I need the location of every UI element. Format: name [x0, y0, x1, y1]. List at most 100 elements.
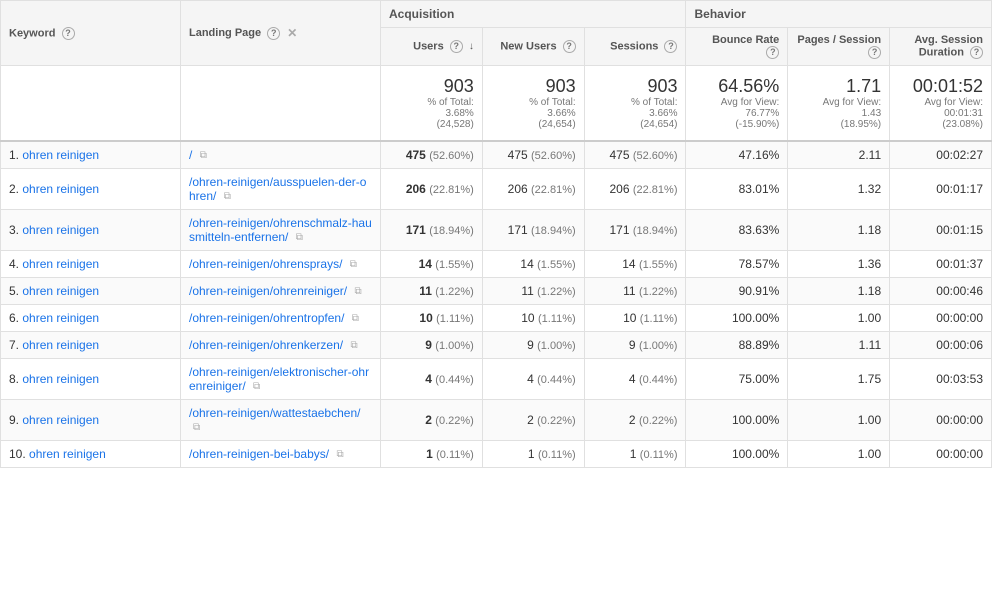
- summary-users-sub2: 3.68%: [389, 108, 474, 119]
- bounce-help-icon[interactable]: ?: [766, 46, 779, 59]
- landing-link-icon[interactable]: ⧉: [350, 259, 357, 270]
- row-number: 4.: [9, 257, 19, 271]
- bounce-value: 100.00%: [732, 311, 779, 325]
- avgdur-help-icon[interactable]: ?: [970, 46, 983, 59]
- summary-row: 903 % of Total: 3.68% (24,528) 903 % of …: [1, 66, 992, 142]
- keyword-value[interactable]: ohren reinigen: [22, 338, 99, 352]
- bounce-value: 83.63%: [739, 223, 780, 237]
- sessions-label: Sessions: [610, 40, 658, 52]
- newusers-label: New Users: [500, 40, 556, 52]
- newusers-value: 171: [508, 223, 528, 237]
- landing-url[interactable]: /ohren-reinigen/ohrentropfen/: [189, 311, 344, 325]
- sessions-help-icon[interactable]: ?: [664, 40, 677, 53]
- landing-link-icon[interactable]: ⧉: [200, 150, 207, 161]
- pages-cell: 1.75: [788, 359, 890, 400]
- users-pct: (1.55%): [435, 259, 474, 271]
- landing-label: Landing Page: [189, 27, 261, 39]
- landing-link-icon[interactable]: ⧉: [193, 422, 200, 433]
- landing-url[interactable]: /: [189, 148, 192, 162]
- users-help-icon[interactable]: ?: [450, 40, 463, 53]
- sessions-column-header[interactable]: Sessions ?: [584, 28, 686, 66]
- landing-help-icon[interactable]: ?: [267, 27, 280, 40]
- summary-newusers-sub1: % of Total:: [491, 97, 576, 108]
- pages-help-icon[interactable]: ?: [868, 46, 881, 59]
- keyword-cell: 9. ohren reinigen: [1, 400, 181, 441]
- users-column-header[interactable]: Users ? ↓: [381, 28, 483, 66]
- sessions-pct: (1.00%): [639, 340, 678, 352]
- sessions-cell: 14 (1.55%): [584, 251, 686, 278]
- keyword-value[interactable]: ohren reinigen: [22, 311, 99, 325]
- keyword-value[interactable]: ohren reinigen: [22, 182, 99, 196]
- landing-link-icon[interactable]: ⧉: [253, 381, 260, 392]
- landing-link-icon[interactable]: ⧉: [336, 449, 343, 460]
- summary-sessions-sub2: 3.66%: [593, 108, 678, 119]
- bounce-cell: 83.01%: [686, 169, 788, 210]
- newusers-value: 14: [520, 257, 533, 271]
- keyword-value[interactable]: ohren reinigen: [22, 284, 99, 298]
- keyword-cell: 3. ohren reinigen: [1, 210, 181, 251]
- newusers-column-header[interactable]: New Users ?: [482, 28, 584, 66]
- landing-link-icon[interactable]: ⧉: [350, 340, 357, 351]
- landing-url[interactable]: /ohren-reinigen/wattestaebchen/: [189, 406, 360, 420]
- landing-url[interactable]: /ohren-reinigen-bei-babys/: [189, 447, 329, 461]
- summary-avgdur-sub2: 00:01:31: [898, 108, 983, 119]
- analytics-table: Keyword ? Landing Page ? ✕ Acquisition B…: [0, 0, 992, 468]
- landing-cell: /ohren-reinigen/ohrenreiniger/ ⧉: [181, 278, 381, 305]
- sessions-value: 1: [630, 447, 637, 461]
- landing-link-icon[interactable]: ⧉: [224, 191, 231, 202]
- keyword-value[interactable]: ohren reinigen: [22, 223, 99, 237]
- row-number: 2.: [9, 182, 19, 196]
- avgdur-value: 00:00:00: [936, 311, 983, 325]
- newusers-help-icon[interactable]: ?: [563, 40, 576, 53]
- users-value: 1: [426, 447, 433, 461]
- newusers-pct: (22.81%): [531, 184, 576, 196]
- bounce-cell: 90.91%: [686, 278, 788, 305]
- table-row: 6. ohren reinigen /ohren-reinigen/ohrent…: [1, 305, 992, 332]
- landing-url[interactable]: /ohren-reinigen/ohrenschmalz-hausmitteln…: [189, 216, 372, 244]
- pages-cell: 1.00: [788, 441, 890, 468]
- summary-users-sub3: (24,528): [389, 119, 474, 130]
- keyword-help-icon[interactable]: ?: [62, 27, 75, 40]
- bounce-value: 83.01%: [739, 182, 780, 196]
- keyword-value[interactable]: ohren reinigen: [22, 372, 99, 386]
- sessions-value: 10: [623, 311, 636, 325]
- sessions-cell: 171 (18.94%): [584, 210, 686, 251]
- pages-column-header[interactable]: Pages / Session ?: [788, 28, 890, 66]
- summary-bounce-sub2: 76.77%: [694, 108, 779, 119]
- keyword-value[interactable]: ohren reinigen: [22, 413, 99, 427]
- pages-value: 1.18: [858, 223, 881, 237]
- pages-label: Pages / Session: [797, 34, 881, 46]
- landing-link-icon[interactable]: ⧉: [354, 286, 361, 297]
- summary-avgdur-value: 00:01:52: [898, 76, 983, 97]
- row-number: 1.: [9, 148, 19, 162]
- summary-sessions-value: 903: [593, 76, 678, 97]
- newusers-pct: (52.60%): [531, 150, 576, 162]
- newusers-pct: (0.44%): [537, 374, 576, 386]
- sessions-cell: 475 (52.60%): [584, 141, 686, 169]
- keyword-value[interactable]: ohren reinigen: [22, 257, 99, 271]
- landing-link-icon[interactable]: ⧉: [296, 232, 303, 243]
- bounce-cell: 100.00%: [686, 305, 788, 332]
- summary-avgdur-cell: 00:01:52 Avg for View: 00:01:31 (23.08%): [890, 66, 992, 142]
- pages-cell: 1.11: [788, 332, 890, 359]
- landing-close-icon[interactable]: ✕: [287, 26, 297, 40]
- users-sort-icon[interactable]: ↓: [469, 41, 474, 52]
- landing-cell: /ohren-reinigen/elektronischer-ohrenrein…: [181, 359, 381, 400]
- landing-url[interactable]: /ohren-reinigen/ohrenreiniger/: [189, 284, 347, 298]
- landing-url[interactable]: /ohren-reinigen/ohrensprays/: [189, 257, 342, 271]
- bounce-column-header[interactable]: Bounce Rate ?: [686, 28, 788, 66]
- landing-link-icon[interactable]: ⧉: [352, 313, 359, 324]
- landing-url[interactable]: /ohren-reinigen/elektronischer-ohrenrein…: [189, 365, 369, 393]
- bounce-value: 100.00%: [732, 413, 779, 427]
- sessions-pct: (18.94%): [633, 225, 678, 237]
- keyword-cell: 1. ohren reinigen: [1, 141, 181, 169]
- keyword-value[interactable]: ohren reinigen: [22, 148, 99, 162]
- users-pct: (18.94%): [429, 225, 474, 237]
- landing-url[interactable]: /ohren-reinigen/ohrenkerzen/: [189, 338, 343, 352]
- summary-bounce-sub1: Avg for View:: [694, 97, 779, 108]
- table-row: 1. ohren reinigen / ⧉ 475 (52.60%) 475 (…: [1, 141, 992, 169]
- landing-url[interactable]: /ohren-reinigen/ausspuelen-der-ohren/: [189, 175, 366, 203]
- avgdur-column-header[interactable]: Avg. Session Duration ?: [890, 28, 992, 66]
- keyword-value[interactable]: ohren reinigen: [29, 447, 106, 461]
- summary-sessions-sub1: % of Total:: [593, 97, 678, 108]
